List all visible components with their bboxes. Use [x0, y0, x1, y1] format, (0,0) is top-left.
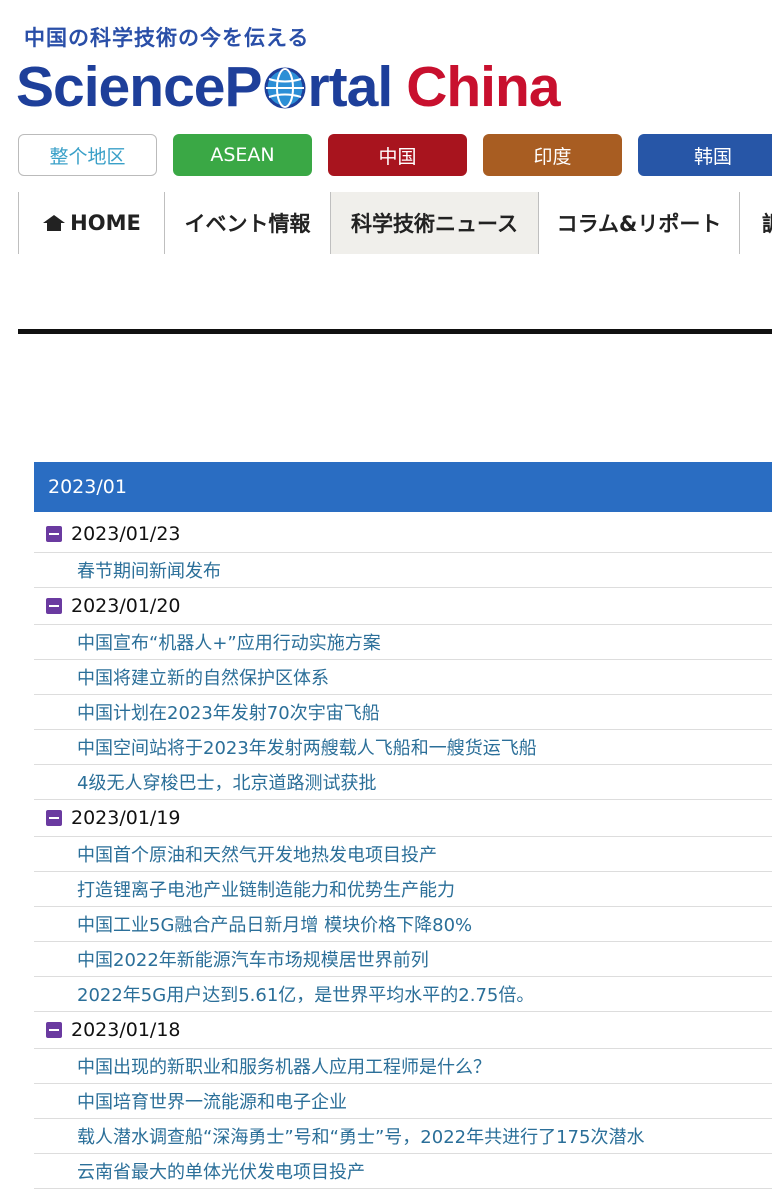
- article-link[interactable]: 打造锂离子电池产业链制造能力和优势生产能力: [34, 872, 772, 907]
- date-group: 2023/01/18 中国出现的新职业和服务机器人应用工程师是什么？ 中国培育世…: [34, 1012, 772, 1189]
- region-button-all[interactable]: 整个地区: [18, 134, 157, 176]
- collapse-icon: [46, 526, 62, 542]
- article-link[interactable]: 载人潜水调查船“深海勇士”号和“勇士”号，2022年共进行了175次潜水: [34, 1119, 772, 1154]
- collapse-icon: [46, 810, 62, 826]
- article-link[interactable]: 中国出现的新职业和服务机器人应用工程师是什么？: [34, 1049, 772, 1084]
- nav-home-label: HOME: [70, 211, 141, 235]
- nav-more[interactable]: 調: [739, 192, 772, 254]
- date-label: 2023/01/23: [71, 523, 181, 545]
- article-link[interactable]: 中国2022年新能源汽车市场规模居世界前列: [34, 942, 772, 977]
- article-link[interactable]: 中国工业5G融合产品日新月增 模块价格下降80%: [34, 907, 772, 942]
- article-link[interactable]: 春节期间新闻发布: [34, 553, 772, 588]
- nav-event[interactable]: イベント情報: [164, 192, 330, 254]
- site-tagline: 中国の科学技術の今を伝える: [24, 26, 310, 50]
- article-link[interactable]: 云南省最大的单体光伏发电项目投产: [34, 1154, 772, 1189]
- region-button-india[interactable]: 印度: [483, 134, 622, 176]
- date-toggle[interactable]: 2023/01/18: [34, 1012, 772, 1049]
- archive-list: 2023/01/23 春节期间新闻发布 2023/01/20 中国宣布“机器人+…: [34, 516, 772, 1189]
- home-icon: [43, 215, 66, 231]
- article-link[interactable]: 2022年5G用户达到5.61亿，是世界平均水平的2.75倍。: [34, 977, 772, 1012]
- collapse-icon: [46, 1022, 62, 1038]
- header-divider: [18, 329, 772, 334]
- article-link[interactable]: 中国空间站将于2023年发射两艘载人飞船和一艘货运飞船: [34, 730, 772, 765]
- date-label: 2023/01/18: [71, 1019, 181, 1041]
- article-link[interactable]: 中国将建立新的自然保护区体系: [34, 660, 772, 695]
- date-group: 2023/01/19 中国首个原油和天然气开发地热发电项目投产 打造锂离子电池产…: [34, 800, 772, 1012]
- main-nav: HOME イベント情報 科学技術ニュース コラム&リポート 調: [18, 192, 772, 254]
- date-toggle[interactable]: 2023/01/19: [34, 800, 772, 837]
- date-label: 2023/01/20: [71, 595, 181, 617]
- region-button-korea[interactable]: 韩国: [638, 134, 772, 176]
- nav-home[interactable]: HOME: [18, 192, 164, 254]
- logo-text-science: ScienceP: [16, 55, 262, 119]
- date-toggle[interactable]: 2023/01/20: [34, 588, 772, 625]
- date-toggle[interactable]: 2023/01/23: [34, 516, 772, 553]
- article-link[interactable]: 中国计划在2023年发射70次宇宙飞船: [34, 695, 772, 730]
- date-group: 2023/01/20 中国宣布“机器人+”应用行动实施方案 中国将建立新的自然保…: [34, 588, 772, 800]
- nav-column[interactable]: コラム&リポート: [538, 192, 739, 254]
- nav-news[interactable]: 科学技術ニュース: [330, 192, 538, 254]
- article-link[interactable]: 中国培育世界一流能源和电子企业: [34, 1084, 772, 1119]
- date-group: 2023/01/23 春节期间新闻发布: [34, 516, 772, 588]
- region-button-china[interactable]: 中国: [328, 134, 467, 176]
- article-link[interactable]: 中国宣布“机器人+”应用行动实施方案: [34, 625, 772, 660]
- logo-text-portal: rtal: [307, 55, 394, 119]
- globe-icon: [264, 67, 305, 109]
- archive-month-header: 2023/01: [34, 462, 772, 512]
- article-link[interactable]: 4级无人穿梭巴士，北京道路测试获批: [34, 765, 772, 800]
- region-button-asean[interactable]: ASEAN: [173, 134, 312, 176]
- article-link[interactable]: 中国首个原油和天然气开发地热发电项目投产: [34, 837, 772, 872]
- date-label: 2023/01/19: [71, 807, 181, 829]
- logo-text-china: China: [406, 55, 560, 119]
- collapse-icon: [46, 598, 62, 614]
- site-logo[interactable]: ScienceP rtal China: [16, 54, 561, 120]
